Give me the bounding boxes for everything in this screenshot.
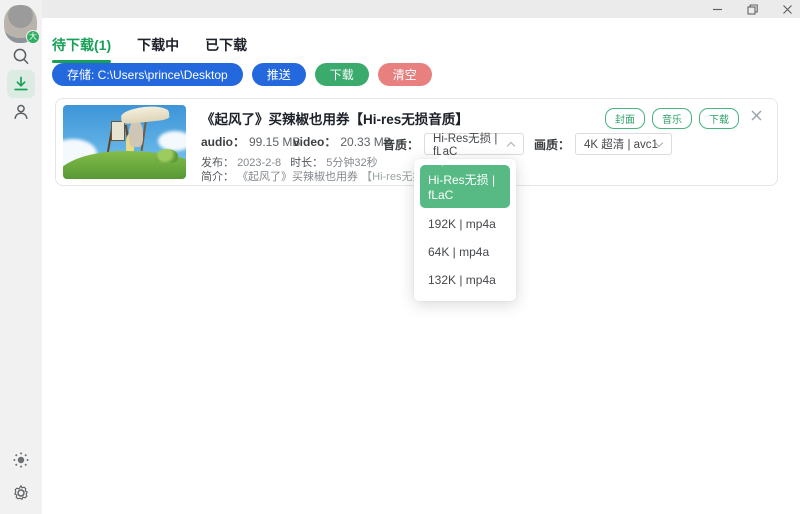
close-window-button[interactable] <box>781 3 794 16</box>
user-icon[interactable] <box>12 103 30 121</box>
video-quality-group: 画质： 4K 超清 | avc1 <box>534 133 673 155</box>
vip-badge: 大 <box>26 30 40 44</box>
sidebar-item-downloads[interactable] <box>7 70 35 98</box>
audio-quality-dropdown: Hi-Res无损 | fLaC 192K | mp4a 64K | mp4a 1… <box>414 159 516 301</box>
main-content: 待下载(1) 下载中 已下载 存储: C:\Users\prince\Deskt… <box>42 18 800 514</box>
dropdown-option[interactable]: 132K | mp4a <box>414 266 516 294</box>
video-size: video： 20.33 MB <box>293 134 392 150</box>
avatar[interactable]: 大 <box>4 5 40 44</box>
dropdown-option[interactable]: 64K | mp4a <box>414 238 516 266</box>
clear-button[interactable]: 清空 <box>377 63 432 86</box>
audio-quality-group: 音质： Hi-Res无损 | fLaC <box>383 133 525 158</box>
restore-button[interactable] <box>746 3 759 16</box>
audio-size: audio： 99.15 MB <box>201 134 301 150</box>
download-button[interactable]: 下载 <box>314 63 369 86</box>
download-icon <box>14 76 28 91</box>
video-thumbnail <box>63 105 186 179</box>
sidebar: 大 <box>0 0 42 514</box>
video-quality-select[interactable]: 4K 超清 | avc1 <box>575 133 673 155</box>
cover-tag[interactable]: 封面 <box>605 108 645 129</box>
audio-quality-select[interactable]: Hi-Res无损 | fLaC <box>424 133 525 158</box>
push-button[interactable]: 推送 <box>251 63 306 86</box>
dropdown-option[interactable]: Hi-Res无损 | fLaC <box>420 165 510 208</box>
tab-downloaded[interactable]: 已下载 <box>205 35 247 63</box>
tab-pending[interactable]: 待下载(1) <box>52 35 112 63</box>
brightness-icon[interactable] <box>12 451 30 469</box>
settings-icon[interactable] <box>12 484 30 502</box>
tab-bar: 待下载(1) 下载中 已下载 <box>52 35 247 63</box>
app-window: 大 待下载(1) 下载中 已下载 存储: C:\Users\prince\Des… <box>0 0 800 514</box>
search-icon[interactable] <box>12 47 30 65</box>
minimize-button[interactable] <box>711 3 724 16</box>
download-tag[interactable]: 下载 <box>699 108 739 129</box>
music-tag[interactable]: 音乐 <box>652 108 692 129</box>
tab-downloading[interactable]: 下载中 <box>137 35 179 63</box>
remove-item-icon[interactable] <box>750 109 764 123</box>
video-title: 《起风了》买辣椒也用券【Hi-res无损音质】 <box>201 112 469 127</box>
action-tags: 封面 音乐 下载 <box>605 108 739 129</box>
storage-path-button[interactable]: 存储: C:\Users\prince\Desktop <box>52 63 243 86</box>
dropdown-option[interactable]: 192K | mp4a <box>414 210 516 238</box>
titlebar <box>0 0 800 18</box>
toolbar: 存储: C:\Users\prince\Desktop 推送 下载 清空 <box>52 63 432 86</box>
